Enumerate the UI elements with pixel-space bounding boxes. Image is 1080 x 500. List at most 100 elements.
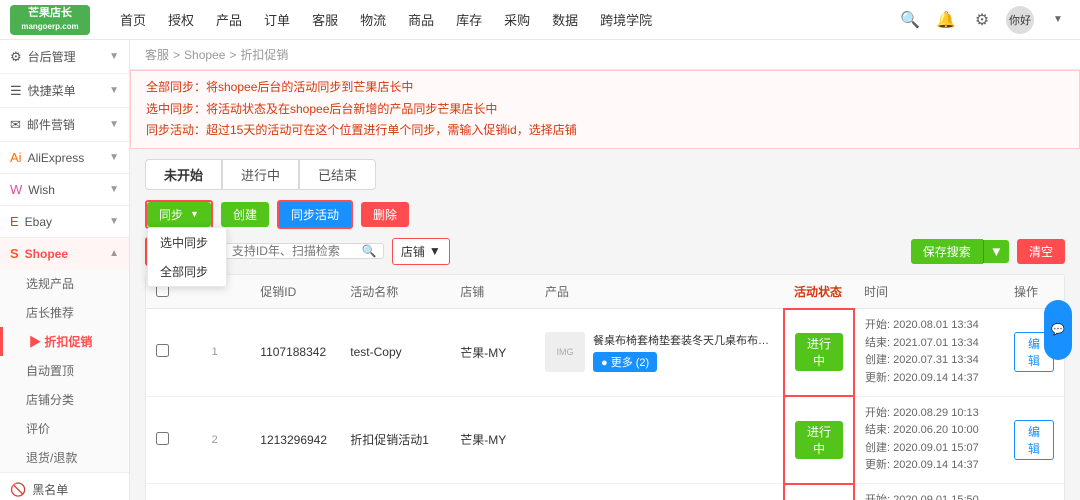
chevron-down-icon[interactable]: ▼ (1046, 8, 1070, 32)
clear-button[interactable]: 清空 (1017, 239, 1065, 264)
th-product: 产品 (535, 275, 784, 309)
product-thumbnail: IMG (545, 332, 585, 372)
search-input[interactable] (232, 244, 362, 258)
row-num: 2 (179, 396, 250, 483)
nav-items: 首页 授权 产品 订单 客服 物流 商品 库存 采购 数据 跨境学院 (110, 0, 898, 40)
dropdown-arrow-icon: ▼ (190, 209, 199, 219)
row-promo-id: 1213296942 (250, 396, 340, 483)
chevron-icon: ▼ (109, 51, 119, 62)
sidebar-item-label: 黑名单 (32, 481, 68, 498)
logo-image: 芒果店长mangoerp.com (10, 5, 90, 35)
sync-menu-all[interactable]: 全部同步 (148, 257, 226, 286)
row-checkbox-cell (146, 396, 179, 483)
status-badge: 进行中 (795, 333, 843, 371)
tab-ended[interactable]: 已结束 (299, 159, 376, 190)
tab-not-started[interactable]: 未开始 (145, 159, 222, 190)
toolbar-row2: 促销ID ▼ 🔍 店铺 ▼ 保存搜索 ▼ 清空 (145, 237, 1065, 266)
row-product: IMG 餐桌布椅套椅垫套装冬天几桌布布艺长方形圆形椅子套垫现代简约家用 ● 更多… (535, 309, 784, 396)
row-status: 已结束 (784, 484, 854, 500)
sidebar-item-label: Ebay (25, 215, 52, 229)
time-created: 创建: 2020.07.31 13:34 (865, 352, 994, 370)
create-button[interactable]: 创建 (221, 202, 269, 227)
time-end: 结束: 2021.07.01 13:34 (865, 335, 994, 353)
menu-icon: ☰ (10, 83, 22, 99)
th-store: 店铺 (450, 275, 535, 309)
sidebar-sub-category[interactable]: 店铺分类 (0, 385, 129, 414)
sidebar-item-backend[interactable]: ⚙ 台后管理 ▼ (0, 40, 129, 73)
avatar[interactable]: 你好 (1006, 6, 1034, 34)
row-promo-id: 1107188342 (250, 309, 340, 396)
page-content: 未开始 进行中 已结束 同步 ▼ 选中同步 全部同步 (130, 149, 1080, 500)
sidebar-item-email[interactable]: ✉ 邮件营销 ▼ (0, 108, 129, 141)
tab-in-progress[interactable]: 进行中 (222, 159, 299, 190)
sidebar-sub-products[interactable]: 选规产品 (0, 269, 129, 298)
row-checkbox-cell (146, 309, 179, 396)
sync-menu-select[interactable]: 选中同步 (148, 228, 226, 257)
sync-menu: 选中同步 全部同步 (147, 227, 227, 287)
ali-icon: Ai (10, 150, 22, 165)
save-search-group: 保存搜索 ▼ (911, 239, 1009, 264)
nav-inventory[interactable]: 库存 (446, 0, 492, 40)
sidebar-item-ebay[interactable]: E Ebay ▼ (0, 206, 129, 237)
sidebar-sub-discount[interactable]: ▶ 折扣促销 (0, 327, 129, 356)
nav-auth[interactable]: 授权 (158, 0, 204, 40)
sidebar-section-ali: Ai AliExpress ▼ (0, 142, 129, 174)
sync-activity-button[interactable]: 同步活动 (277, 200, 353, 229)
row-checkbox[interactable] (156, 432, 169, 445)
sidebar-sub-recommend[interactable]: 店长推荐 (0, 298, 129, 327)
chat-float-button[interactable]: 💬 (1044, 300, 1072, 360)
nav-order[interactable]: 订单 (254, 0, 300, 40)
chevron-icon: ▼ (109, 152, 119, 163)
save-search-button[interactable]: 保存搜索 (911, 239, 983, 264)
sidebar-item-label: 台后管理 (28, 48, 76, 65)
breadcrumb-item-1[interactable]: 客服 (145, 46, 169, 63)
row-store: 芒果-MY (450, 396, 535, 483)
row-checkbox[interactable] (156, 344, 169, 357)
sidebar-item-quickmenu[interactable]: ☰ 快捷菜单 ▼ (0, 74, 129, 107)
nav-cross-border[interactable]: 跨境学院 (590, 0, 662, 40)
main-content: 客服 > Shopee > 折扣促销 全部同步：将shopee后台的活动同步到芒… (130, 40, 1080, 500)
sidebar-item-wish[interactable]: W Wish ▼ (0, 174, 129, 205)
bell-icon[interactable]: 🔔 (934, 8, 958, 32)
table-row: 1 1107188342 test-Copy 芒果-MY IMG 餐桌布椅套椅垫… (146, 309, 1064, 396)
row-activity-name: test-Copy (340, 309, 450, 396)
nav-data[interactable]: 数据 (542, 0, 588, 40)
breadcrumb-separator: > (173, 48, 180, 62)
breadcrumb-item-3: 折扣促销 (240, 46, 288, 63)
edit-button[interactable]: 编辑 (1014, 420, 1054, 460)
time-start: 开始: 2020.09.01 15:50 (865, 492, 994, 500)
delete-button[interactable]: 删除 (361, 202, 409, 227)
sync-button[interactable]: 同步 ▼ (147, 202, 211, 227)
save-search-dropdown[interactable]: ▼ (983, 240, 1009, 263)
store-select[interactable]: 店铺 ▼ (392, 238, 450, 265)
sidebar-item-shopee[interactable]: S Shopee ▲ (0, 238, 129, 269)
sidebar-item-aliexpress[interactable]: Ai AliExpress ▼ (0, 142, 129, 173)
row-checkbox-cell (146, 484, 179, 500)
mail-icon: ✉ (10, 117, 21, 133)
sidebar-sub-review[interactable]: 评价 (0, 414, 129, 443)
search-icon[interactable]: 🔍 (362, 244, 377, 258)
sidebar-sub-refund[interactable]: 退货/退款 (0, 443, 129, 472)
main-layout: ⚙ 台后管理 ▼ ☰ 快捷菜单 ▼ ✉ 邮件营销 ▼ Ai AliExpress (0, 40, 1080, 500)
sidebar-section-ebay: E Ebay ▼ (0, 206, 129, 238)
sync-dropdown: 同步 ▼ 选中同步 全部同步 (147, 202, 211, 227)
nav-service[interactable]: 客服 (302, 0, 348, 40)
nav-right: 🔍 🔔 ⚙ 你好 ▼ (898, 6, 1070, 34)
nav-product[interactable]: 产品 (206, 0, 252, 40)
more-products-button[interactable]: ● 更多 (2) (593, 352, 657, 372)
sidebar-item-blacklist[interactable]: 🚫 黑名单 (0, 473, 129, 500)
nav-goods[interactable]: 商品 (398, 0, 444, 40)
row-activity-name: 印尼折扣 (340, 484, 450, 500)
search-icon[interactable]: 🔍 (898, 8, 922, 32)
row-store: 芒果-MY (450, 309, 535, 396)
gear-icon[interactable]: ⚙ (970, 8, 994, 32)
th-activity-name: 活动名称 (340, 275, 450, 309)
nav-logistics[interactable]: 物流 (350, 0, 396, 40)
nav-home[interactable]: 首页 (110, 0, 156, 40)
row-activity-name: 折扣促销活动1 (340, 396, 450, 483)
sidebar-section-email: ✉ 邮件营销 ▼ (0, 108, 129, 142)
breadcrumb-item-2[interactable]: Shopee (184, 48, 225, 62)
sidebar-sub-autotop[interactable]: 自动置顶 (0, 356, 129, 385)
tabs: 未开始 进行中 已结束 (145, 159, 1065, 190)
nav-purchase[interactable]: 采购 (494, 0, 540, 40)
